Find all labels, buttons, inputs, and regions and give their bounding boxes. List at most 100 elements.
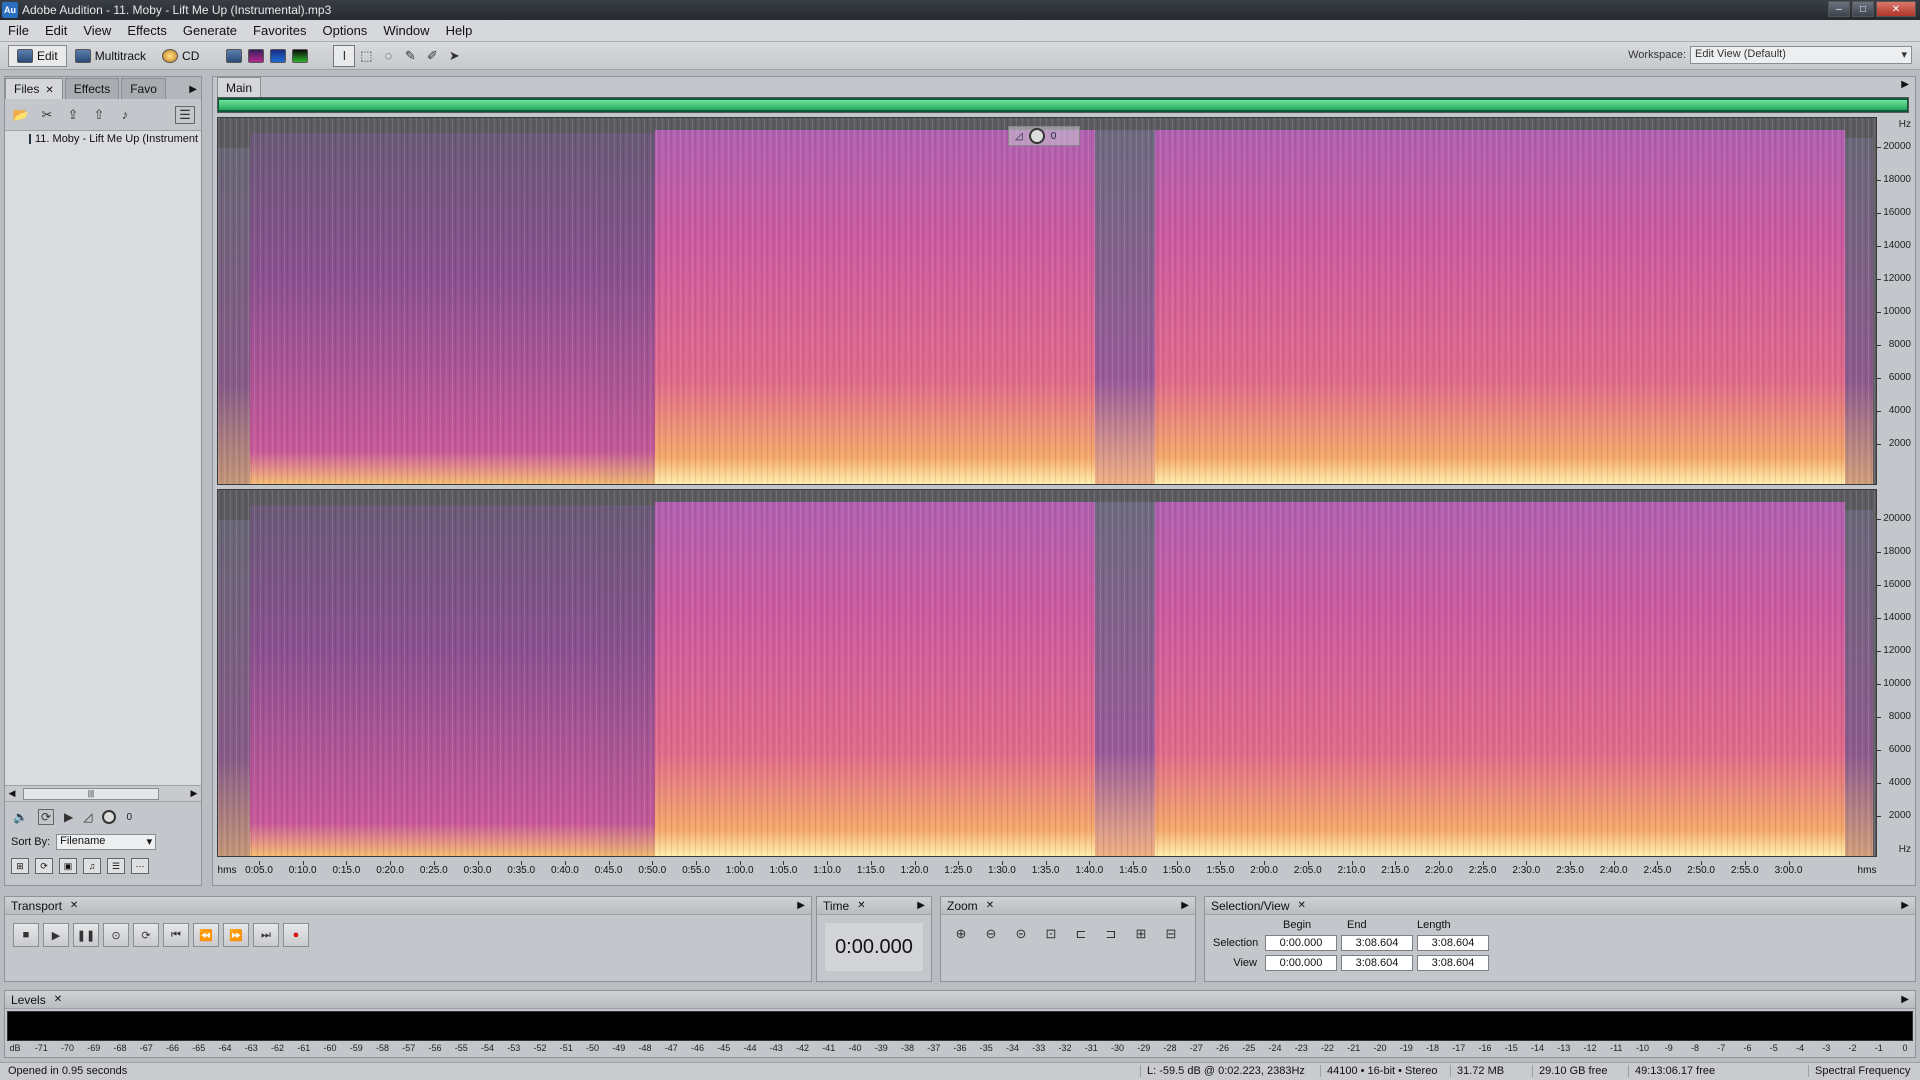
menu-effects[interactable]: Effects bbox=[119, 23, 175, 38]
overview-bar[interactable] bbox=[217, 97, 1909, 113]
zoom-in-vertical-icon[interactable]: ⊞ bbox=[1129, 923, 1153, 945]
file-options-icon[interactable]: ☰ bbox=[175, 105, 195, 124]
time-tick-label: 2:55.0 bbox=[1730, 865, 1759, 876]
db-tick-label: -19 bbox=[1399, 1043, 1413, 1053]
menu-file[interactable]: File bbox=[0, 23, 37, 38]
maximize-button[interactable]: □ bbox=[1852, 1, 1874, 17]
menu-generate[interactable]: Generate bbox=[175, 23, 245, 38]
play-preview-icon[interactable]: ▶ bbox=[64, 810, 73, 824]
spectrogram-left-channel[interactable]: ◿ 0 bbox=[217, 117, 1877, 485]
hud-gain-control[interactable]: ◿ 0 bbox=[1008, 126, 1080, 146]
close-button[interactable]: ✕ bbox=[1876, 1, 1916, 17]
hud-gain-knob[interactable] bbox=[1028, 128, 1045, 144]
zoom-out-icon[interactable]: ⊖ bbox=[979, 923, 1003, 945]
full-path-icon[interactable]: ⋯ bbox=[131, 858, 149, 874]
panel-menu-icon[interactable]: ▶ bbox=[189, 84, 197, 99]
scrollbar-thumb[interactable]: ||| bbox=[23, 787, 159, 800]
zoom-out-vertical-icon[interactable]: ⊟ bbox=[1159, 923, 1183, 945]
close-icon[interactable]: ✕ bbox=[986, 900, 994, 911]
list-item[interactable]: 11. Moby - Lift Me Up (Instrument bbox=[9, 133, 198, 145]
fast-forward-button[interactable]: ⏩ bbox=[223, 923, 249, 947]
panel-menu-icon[interactable]: ▶ bbox=[1901, 994, 1909, 1005]
view-begin-field[interactable]: 0:00.000 bbox=[1265, 955, 1337, 971]
menu-favorites[interactable]: Favorites bbox=[245, 23, 314, 38]
loop-button[interactable]: ⟳ bbox=[133, 923, 159, 947]
file-list-scrollbar[interactable]: ◀ ||| ▶ bbox=[5, 786, 201, 802]
insert-multitrack-icon[interactable]: ⇪ bbox=[63, 106, 83, 124]
edit-view-button[interactable]: Edit bbox=[8, 44, 67, 67]
play-button[interactable]: ▶ bbox=[43, 923, 69, 947]
close-icon[interactable]: ✕ bbox=[70, 900, 78, 911]
volume-knob[interactable] bbox=[102, 810, 117, 824]
zoom-right-edge-icon[interactable]: ⊐ bbox=[1099, 923, 1123, 945]
menu-window[interactable]: Window bbox=[375, 23, 437, 38]
record-button[interactable]: ● bbox=[283, 923, 309, 947]
menu-help[interactable]: Help bbox=[438, 23, 481, 38]
view-length-field[interactable]: 3:08.604 bbox=[1417, 955, 1489, 971]
time-selection-tool[interactable]: I bbox=[333, 44, 356, 67]
selection-begin-field[interactable]: 0:00.000 bbox=[1265, 935, 1337, 951]
show-midi-icon[interactable]: ♫ bbox=[83, 858, 101, 874]
selection-end-field[interactable]: 3:08.604 bbox=[1341, 935, 1413, 951]
close-icon[interactable]: ✕ bbox=[857, 900, 865, 911]
stop-button[interactable]: ■ bbox=[13, 923, 39, 947]
panel-menu-icon[interactable]: ▶ bbox=[1901, 79, 1909, 90]
go-to-start-button[interactable]: ⏮ bbox=[163, 923, 189, 947]
scroll-left-icon[interactable]: ◀ bbox=[5, 788, 19, 799]
effects-paintbrush-tool[interactable]: ✎ bbox=[399, 45, 421, 67]
tab-favorites[interactable]: Favo bbox=[121, 78, 166, 99]
panel-menu-icon[interactable]: ▶ bbox=[1181, 900, 1189, 911]
db-tick-label: -57 bbox=[402, 1043, 416, 1053]
marquee-tool[interactable]: ⬚ bbox=[355, 45, 377, 67]
show-audio-icon[interactable]: ⊞ bbox=[11, 858, 29, 874]
multitrack-view-button[interactable]: Multitrack bbox=[67, 45, 154, 67]
panel-menu-icon[interactable]: ▶ bbox=[917, 900, 925, 911]
tab-main[interactable]: Main bbox=[217, 77, 262, 97]
view-end-field[interactable]: 3:08.604 bbox=[1341, 955, 1413, 971]
insert-cd-icon[interactable]: ⇧ bbox=[89, 106, 109, 124]
time-ruler[interactable]: hms hms 0:05.0 0:10.0 0:15.0 0:20.0 0:25.0 0:… bbox=[217, 861, 1877, 881]
workspace-dropdown[interactable]: Edit View (Default) bbox=[1690, 46, 1912, 64]
menu-view[interactable]: View bbox=[75, 23, 119, 38]
play-to-end-button[interactable]: ⊙ bbox=[103, 923, 129, 947]
show-video-icon[interactable]: ▣ bbox=[59, 858, 77, 874]
sort-by-dropdown[interactable]: Filename bbox=[56, 834, 157, 850]
spectral-pan-button[interactable] bbox=[267, 45, 289, 67]
waveform-display-button[interactable] bbox=[223, 45, 245, 67]
loop-icon[interactable]: ⟳ bbox=[37, 809, 55, 825]
play-file-icon[interactable]: ♪ bbox=[115, 106, 135, 124]
spot-healing-tool[interactable]: ✐ bbox=[421, 45, 443, 67]
zoom-in-icon[interactable]: ⊕ bbox=[949, 923, 973, 945]
selection-length-field[interactable]: 3:08.604 bbox=[1417, 935, 1489, 951]
menu-edit[interactable]: Edit bbox=[37, 23, 75, 38]
close-icon[interactable]: ✕ bbox=[54, 994, 62, 1005]
tab-files[interactable]: Files ✕ bbox=[5, 78, 63, 99]
speaker-icon[interactable]: 🔈 bbox=[13, 810, 28, 824]
scrub-tool[interactable]: ➤ bbox=[443, 45, 465, 67]
go-to-end-button[interactable]: ⏭ bbox=[253, 923, 279, 947]
close-icon[interactable]: ✕ bbox=[1298, 900, 1306, 911]
lasso-tool[interactable]: ◌ bbox=[377, 45, 399, 67]
zoom-selection-icon[interactable]: ⊡ bbox=[1039, 923, 1063, 945]
zoom-out-full-icon[interactable]: ⊝ bbox=[1009, 923, 1033, 945]
scroll-right-icon[interactable]: ▶ bbox=[187, 788, 201, 799]
panel-menu-icon[interactable]: ▶ bbox=[1901, 900, 1909, 911]
open-file-icon[interactable]: 📂 bbox=[11, 106, 31, 124]
zoom-left-edge-icon[interactable]: ⊏ bbox=[1069, 923, 1093, 945]
spectral-frequency-button[interactable] bbox=[245, 45, 267, 67]
db-tick-label: -65 bbox=[192, 1043, 206, 1053]
close-file-icon[interactable]: ✂ bbox=[37, 106, 57, 124]
panel-menu-icon[interactable]: ▶ bbox=[797, 900, 805, 911]
menu-options[interactable]: Options bbox=[315, 23, 376, 38]
overview-range[interactable] bbox=[219, 100, 1907, 110]
pause-button[interactable]: ❚❚ bbox=[73, 923, 99, 947]
tab-effects[interactable]: Effects bbox=[64, 78, 120, 99]
spectral-phase-button[interactable] bbox=[289, 45, 311, 67]
show-loop-icon[interactable]: ⟳ bbox=[35, 858, 53, 874]
spectrogram-right-channel[interactable] bbox=[217, 489, 1877, 857]
rewind-button[interactable]: ⏪ bbox=[193, 923, 219, 947]
cd-view-button[interactable]: CD bbox=[154, 45, 207, 67]
minimize-button[interactable]: – bbox=[1828, 1, 1850, 17]
show-all-icon[interactable]: ☰ bbox=[107, 858, 125, 874]
close-icon[interactable]: ✕ bbox=[45, 85, 53, 96]
